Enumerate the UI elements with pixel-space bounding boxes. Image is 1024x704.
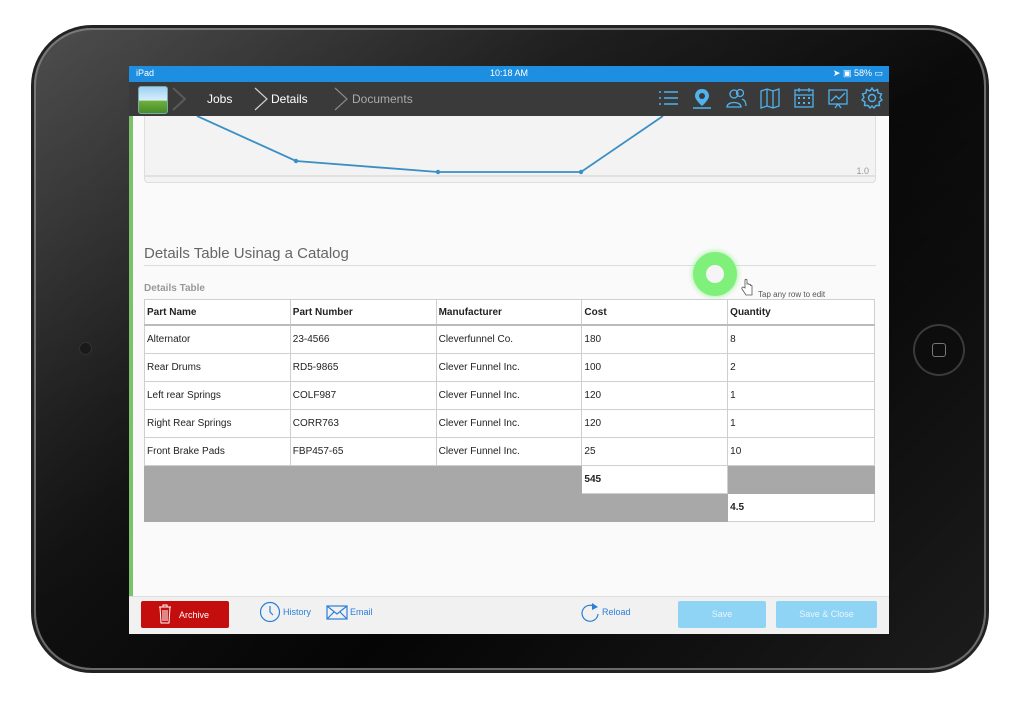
cell: 1: [727, 381, 875, 410]
touch-indicator: [693, 252, 737, 296]
cell: CORR763: [289, 409, 437, 438]
history-link[interactable]: History: [283, 607, 311, 617]
chart-point: [435, 169, 441, 175]
app-logo[interactable]: [138, 86, 168, 114]
table-header-row: Part Name Part Number Manufacturer Cost …: [144, 299, 875, 326]
chart-icon[interactable]: [827, 87, 849, 109]
column-header: Part Name: [144, 299, 291, 326]
empty-cell: [289, 493, 437, 522]
cell: 120: [581, 381, 729, 410]
quantity-total: 4.5: [727, 493, 875, 522]
chevron-right-icon: [172, 87, 187, 111]
hand-pointer-icon: [741, 278, 753, 296]
clock-icon[interactable]: [259, 601, 281, 623]
bottom-toolbar: Archive History Email Reload Save Save &…: [129, 596, 889, 634]
cell: Clever Funnel Inc.: [435, 353, 583, 382]
cell: Clever Funnel Inc.: [435, 381, 583, 410]
cell: 100: [581, 353, 729, 382]
breadcrumb-jobs[interactable]: Jobs: [207, 92, 232, 106]
table-caption: Details Table: [144, 283, 205, 294]
cost-total: 545: [581, 465, 729, 494]
section-divider: [144, 265, 876, 266]
cell: 23-4566: [289, 324, 437, 354]
home-button[interactable]: [915, 326, 963, 374]
empty-cell: [289, 465, 437, 494]
archive-label: Archive: [179, 610, 210, 620]
column-header: Manufacturer: [435, 299, 583, 326]
total-row-cost: 545: [144, 465, 875, 494]
nav-icon-group: [657, 87, 883, 111]
chart-point: [293, 158, 299, 164]
calendar-icon[interactable]: [793, 87, 815, 109]
section-title: Details Table Usinag a Catalog: [144, 245, 349, 262]
empty-cell: [435, 493, 583, 522]
mail-icon[interactable]: [326, 605, 348, 620]
cell: 2: [727, 353, 875, 382]
list-icon[interactable]: [657, 87, 679, 109]
reload-link[interactable]: Reload: [602, 607, 631, 617]
cell: Left rear Springs: [144, 381, 291, 410]
status-time: 10:18 AM: [489, 68, 529, 78]
cell: 1: [727, 409, 875, 438]
status-bar: iPad 10:18 AM ➤ ▣ 58% ▭: [129, 66, 889, 82]
cell: Clever Funnel Inc.: [435, 409, 583, 438]
empty-cell: [727, 465, 875, 494]
empty-cell: [435, 465, 583, 494]
save-close-button[interactable]: Save & Close: [776, 601, 877, 628]
chart-point: [578, 169, 584, 175]
people-icon[interactable]: [725, 87, 747, 109]
cell: Clever Funnel Inc.: [435, 437, 583, 466]
archive-button[interactable]: Archive: [141, 601, 229, 628]
line-chart: [145, 116, 875, 177]
details-table: Part Name Part Number Manufacturer Cost …: [144, 299, 875, 522]
cell: COLF987: [289, 381, 437, 410]
column-header: Part Number: [289, 299, 437, 326]
map-icon[interactable]: [759, 87, 781, 109]
save-button[interactable]: Save: [678, 601, 766, 628]
cell: Front Brake Pads: [144, 437, 291, 466]
cell: Right Rear Springs: [144, 409, 291, 438]
map-pin-icon[interactable]: [691, 87, 713, 109]
empty-cell: [144, 465, 291, 494]
chart-tick-label: 1.0: [856, 166, 869, 176]
chart-series-line: [196, 116, 664, 173]
table-row[interactable]: Rear Drums RD5-9865 Clever Funnel Inc. 1…: [144, 353, 875, 382]
empty-cell: [144, 493, 291, 522]
table-row[interactable]: Front Brake Pads FBP457-65 Clever Funnel…: [144, 437, 875, 466]
empty-cell: [581, 493, 729, 522]
breadcrumb-documents[interactable]: Documents: [352, 92, 413, 106]
column-header: Cost: [581, 299, 729, 326]
cell: 25: [581, 437, 729, 466]
cell: 180: [581, 324, 729, 354]
cell: Rear Drums: [144, 353, 291, 382]
table-row[interactable]: Alternator 23-4566 Cleverfunnel Co. 180 …: [144, 324, 875, 354]
top-nav-bar: Jobs Details Documents: [129, 82, 889, 116]
cell: Cleverfunnel Co.: [435, 324, 583, 354]
chart-panel: 1.0: [144, 116, 876, 183]
chevron-right-icon: [254, 87, 268, 111]
cell: 120: [581, 409, 729, 438]
cell: RD5-9865: [289, 353, 437, 382]
breadcrumb-details[interactable]: Details: [271, 92, 308, 106]
cell: 8: [727, 324, 875, 354]
column-header: Quantity: [727, 299, 875, 326]
home-square-icon: [932, 343, 946, 357]
cell: FBP457-65: [289, 437, 437, 466]
cell: 10: [727, 437, 875, 466]
table-row[interactable]: Left rear Springs COLF987 Clever Funnel …: [144, 381, 875, 410]
battery-level: ➤ ▣ 58% ▭: [832, 68, 883, 78]
edit-hint: Tap any row to edit: [758, 290, 826, 299]
camera-icon: [80, 343, 91, 354]
reload-icon[interactable]: [579, 601, 601, 625]
email-link[interactable]: Email: [350, 607, 373, 617]
app-screen: iPad 10:18 AM ➤ ▣ 58% ▭ Jobs Details Doc…: [129, 66, 889, 634]
gear-icon[interactable]: [861, 87, 883, 109]
total-row-quantity: 4.5: [144, 493, 875, 522]
table-row[interactable]: Right Rear Springs CORR763 Clever Funnel…: [144, 409, 875, 438]
cell: Alternator: [144, 324, 291, 354]
left-accent-strip: [129, 116, 133, 634]
trash-icon: [159, 604, 171, 624]
chevron-right-icon: [334, 87, 348, 111]
